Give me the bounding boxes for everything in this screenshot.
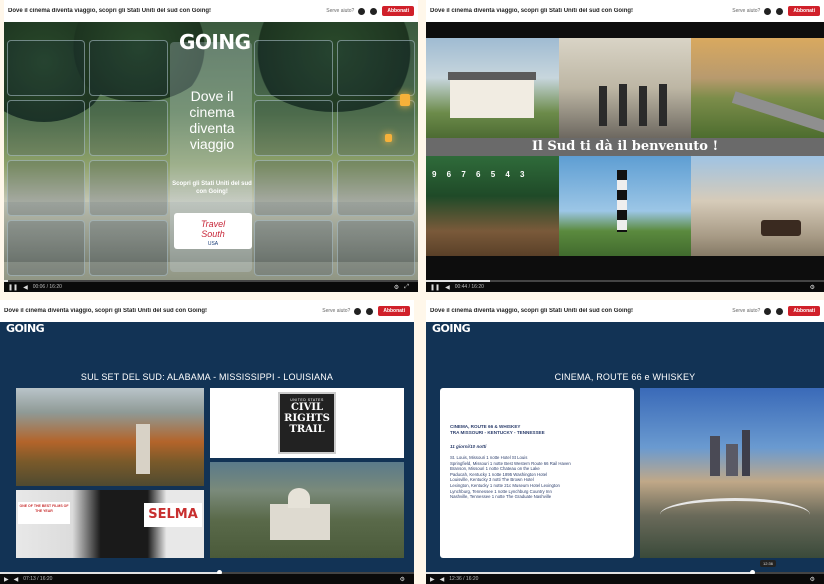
monument-photo [16,388,204,486]
itinerary-card: CINEMA, ROUTE 66 & WHISKEY TRA MISSOURI … [440,388,634,558]
help-link[interactable]: Serve aiuto? [322,308,350,314]
settings-icon[interactable]: ⚙ [400,576,405,583]
help-icon[interactable] [764,7,772,15]
civil-rights-trail-logo: UNITED STATES CIVIL RIGHTS TRAIL [278,392,336,454]
player-controls: ❚❚ ◀ 00:06 / 16:20 ⚙ ⤢ [4,282,418,292]
subscribe-button[interactable]: Abbonati [788,6,820,16]
player-controls: ▶ ◀ 12:36 / 16:20 ⚙ [426,574,824,584]
video-panel-3: Dove il cinema diventa viaggio, scopri g… [0,300,414,584]
help-icon[interactable] [358,7,366,15]
user-icon[interactable] [370,7,378,15]
street-lamp [385,134,392,142]
countryside-road-photo [691,38,824,138]
settings-icon[interactable]: ⚙ [394,284,399,291]
video-player[interactable]: Il Sud ti dà il benvenuto ! 9 6 7 6 5 4 … [426,22,824,282]
going-logo: GOING [432,322,471,335]
pause-icon[interactable]: ❚❚ [8,284,18,291]
player-controls: ❚❚ ◀ 00:44 / 16:20 ⚙ [426,282,824,292]
poster-tagline: ONE OF THE BEST FILMS OF THE YEAR [18,502,70,524]
video-panel-4: Dove il cinema diventa viaggio, scopri g… [426,300,824,584]
slide-title: CINEMA, ROUTE 66 e WHISKEY [554,372,696,382]
subscribe-button[interactable]: Abbonati [378,306,410,316]
page-title: Dove il cinema diventa viaggio, scopri g… [4,308,208,314]
time-display: 07:13 / 16:20 [23,576,53,582]
user-icon[interactable] [366,307,374,315]
itinerary-duration: 11 giorni/10 notti [450,444,487,449]
slide-title: SUL SET DEL SUD: ALABAMA - MISSISSIPPI -… [80,372,334,382]
help-icon[interactable] [354,307,362,315]
horse-race-photo: 9 6 7 6 5 4 3 [426,156,559,256]
top-bar: Dove il cinema diventa viaggio, scopri g… [0,300,414,322]
slide-subline: Scopri gli Stati Uniti del sud con Going… [172,181,252,195]
going-logo: GOING [179,30,251,54]
top-bar: Dove il cinema diventa viaggio, scopri g… [426,0,824,22]
user-icon[interactable] [776,7,784,15]
time-display: 12:36 / 16:20 [449,576,479,582]
help-icon[interactable] [764,307,772,315]
plantation-photo [426,38,559,138]
volume-icon[interactable]: ◀ [440,576,445,583]
play-icon[interactable]: ▶ [4,576,9,583]
help-link[interactable]: Serve aiuto? [732,308,760,314]
video-panel-1: Dove il cinema diventa viaggio, scopri g… [4,0,418,292]
photo-collage: Il Sud ti dà il benvenuto ! 9 6 7 6 5 4 … [426,38,824,256]
player-controls: ▶ ◀ 07:13 / 16:20 ⚙ [0,574,414,584]
time-display: 00:44 / 16:20 [454,284,484,290]
settings-icon[interactable]: ⚙ [810,284,815,291]
top-bar: Dove il cinema diventa viaggio, scopri g… [4,0,418,22]
volume-icon[interactable]: ◀ [23,284,28,291]
capitol-photo [210,462,404,558]
volume-icon[interactable]: ◀ [445,284,450,291]
itinerary-subheading: TRA MISSOURI - KENTUCKY - TENNESSEE [450,430,545,435]
video-panel-2: Dove il cinema diventa viaggio, scopri g… [426,0,824,292]
user-icon[interactable] [776,307,784,315]
fullscreen-icon[interactable]: ⤢ [404,284,409,291]
pause-icon[interactable]: ❚❚ [430,284,440,291]
help-link[interactable]: Serve aiuto? [326,8,354,14]
carriage-street-photo [691,156,824,256]
page-title: Dove il cinema diventa viaggio, scopri g… [430,8,634,14]
subscribe-button[interactable]: Abbonati [382,6,414,16]
settings-icon[interactable]: ⚙ [810,576,815,583]
itinerary-line: Nashville, Tennessee 1 notte The Graduat… [450,494,552,500]
time-display: 00:06 / 16:20 [32,284,62,290]
subscribe-button[interactable]: Abbonati [788,306,820,316]
poster-title: SELMA [144,503,202,527]
nashville-skyline-photo [640,388,824,558]
welcome-banner: Il Sud ti dà il benvenuto ! [426,138,824,156]
jazz-band-photo [558,38,692,138]
volume-icon[interactable]: ◀ [14,576,19,583]
slide-headline: Dove il cinema diventa viaggio [189,88,235,152]
page-title: Dove il cinema diventa viaggio, scopri g… [8,8,212,14]
play-icon[interactable]: ▶ [430,576,435,583]
going-logo: GOING [6,322,45,335]
page-title: Dove il cinema diventa viaggio, scopri g… [430,308,634,314]
top-bar: Dove il cinema diventa viaggio, scopri g… [426,300,824,322]
street-lamp [400,94,410,106]
time-tooltip: 12:36 [760,560,777,567]
travel-south-logo: Travel South USA [174,213,252,249]
help-link[interactable]: Serve aiuto? [732,8,760,14]
lighthouse-photo [558,156,692,256]
